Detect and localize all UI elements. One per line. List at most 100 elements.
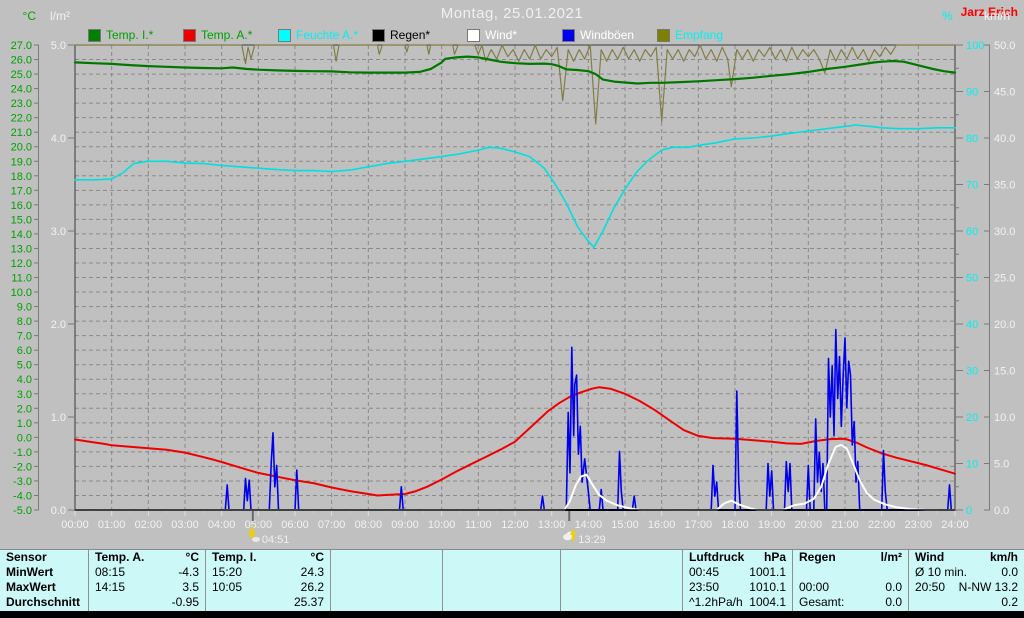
- axis-tick-label: 16.0: [11, 200, 32, 212]
- axis-tick-label: 80: [966, 133, 978, 145]
- bottom-bar: [0, 611, 1024, 618]
- table-row: [443, 565, 560, 580]
- axis-tick-label: -4.0: [13, 490, 32, 502]
- table-group-title: Wind: [915, 550, 945, 564]
- axis-tick-label: 40: [966, 319, 978, 331]
- table-cell-value: 26.2: [300, 580, 324, 594]
- axis-tick-label: 30: [966, 366, 978, 378]
- table-row-label: Sensor: [0, 550, 88, 565]
- table-cell-time: 20:50: [915, 580, 946, 594]
- table-cell-value: 0.0: [1001, 565, 1018, 579]
- axis-tick-label: 20.0: [11, 142, 32, 154]
- table-group-header: [561, 550, 682, 565]
- table-row: [331, 580, 442, 595]
- table-cell-time: 15:20: [212, 565, 243, 579]
- axis-tick-label: 0: [966, 505, 972, 517]
- table-row: 25.37: [206, 595, 330, 610]
- axis-tick-label: 17.0: [11, 185, 32, 197]
- axis-tick-label: 20.0: [994, 319, 1015, 331]
- axis-tick-label: 13:00: [538, 519, 566, 531]
- axis-tick-label: 14.0: [11, 229, 32, 241]
- axis-tick-label: 90: [966, 87, 978, 99]
- axis-tick-label: 4.0: [17, 374, 32, 386]
- axis-tick-label: 03:00: [171, 519, 199, 531]
- axis-tick-label: 22:00: [868, 519, 896, 531]
- axis-tick-label: 15.0: [11, 214, 32, 226]
- table-row-label: Durchschnitt: [0, 595, 88, 610]
- axis-tick-label: 0.0: [51, 505, 66, 517]
- table-row: [331, 565, 442, 580]
- axis-tick-label: 3.0: [51, 226, 66, 238]
- axis-tick-label: 14:00: [575, 519, 603, 531]
- axis-tick-label: 100: [966, 40, 984, 52]
- table-cell-value: 1004.1: [749, 595, 786, 609]
- axis-tick-label: 25.0: [11, 69, 32, 81]
- marker-time-label: 13:29: [578, 534, 606, 546]
- summary-table: Sensor MinWert MaxWert Durchschnitt Temp. A.…: [0, 549, 1024, 612]
- table-row: ^1.2hPa/h 1004.1: [683, 595, 792, 610]
- axis-tick-label: 3.0: [17, 389, 32, 401]
- weather-chart-svg: -5.0 -4.0 -3.0 -2.0 -1.0 0.0 1.0 2.0 3.0 4.0 5.0 6.…: [11, 40, 1016, 531]
- table-row: 0.2: [909, 595, 1024, 610]
- table-group-temp-i-: Temp. I. °C 15:20 24.3 10:05 26.2 25.37: [205, 550, 330, 612]
- axis-tick-label: 5.0: [17, 360, 32, 372]
- axis-tick-label: 1.0: [51, 412, 66, 424]
- axis-tick-label: 15.0: [994, 366, 1015, 378]
- axis-tick-label: -5.0: [13, 505, 32, 517]
- table-group-luftdruck: Luftdruck hPa 00:45 1001.1 23:50 1010.1 ^1.2hP…: [682, 550, 792, 612]
- table-group-title: Temp. I.: [212, 550, 257, 564]
- table-cell-value: 1010.1: [749, 580, 786, 594]
- axis-tick-label: 70: [966, 180, 978, 192]
- table-row: [561, 580, 682, 595]
- table-group-unit: °C: [185, 550, 199, 564]
- table-row: 15:20 24.3: [206, 565, 330, 580]
- table-row: Gesamt: 0.0: [793, 595, 908, 610]
- table-group-unit: l/m²: [880, 550, 902, 564]
- table-cell-value: 0.0: [885, 595, 902, 609]
- table-group-header: [443, 550, 560, 565]
- axis-tick-label: -1.0: [13, 447, 32, 459]
- table-group-header: Luftdruck hPa: [683, 550, 792, 565]
- axis-tick-label: 01:00: [98, 519, 126, 531]
- axis-tick-label: 8.0: [17, 316, 32, 328]
- table-group-header: Temp. A. °C: [89, 550, 205, 565]
- axis-tick-label: 16:00: [648, 519, 676, 531]
- axis-tick-label: -3.0: [13, 476, 32, 488]
- table-group-title: Regen: [799, 550, 836, 564]
- table-row: 20:50 N-NW 13.2: [909, 580, 1024, 595]
- axis-tick-label: 21.0: [11, 127, 32, 139]
- axis-tick-label: 60: [966, 226, 978, 238]
- table-group-header: [331, 550, 442, 565]
- table-cell-time: 23:50: [689, 580, 720, 594]
- axis-tick-label: 1.0: [17, 418, 32, 430]
- table-group-wind: Wind km/h Ø 10 min. 0.0 20:50 N-NW 13.2 0.2: [908, 550, 1024, 612]
- event-marker-0451: 04:51: [247, 527, 289, 547]
- axis-tick-label: 25.0: [994, 273, 1015, 285]
- table-row-label: MaxWert: [0, 580, 88, 595]
- axis-tick-label: 11:00: [465, 519, 492, 531]
- table-group-header: Regen l/m²: [793, 550, 908, 565]
- axis-tick-label: 09:00: [391, 519, 419, 531]
- axis-tick-label: 17:00: [685, 519, 713, 531]
- axis-tick-label: 23.0: [11, 98, 32, 110]
- table-group-header: Temp. I. °C: [206, 550, 330, 565]
- table-cell-time: 00:45: [689, 565, 720, 579]
- table-row: 14:15 3.5: [89, 580, 205, 595]
- axis-tick-label: 10: [966, 459, 978, 471]
- axis-tick-label: 11.0: [11, 273, 32, 285]
- axis-tick-label: 21:00: [831, 519, 859, 531]
- axis-tick-label: 02:00: [135, 519, 163, 531]
- axis-tick-label: 2.0: [17, 403, 32, 415]
- axis-tick-label: 20: [966, 412, 978, 424]
- table-row: [561, 595, 682, 610]
- axis-tick-label: 9.0: [17, 302, 32, 314]
- axis-tick-label: 12.0: [11, 258, 32, 270]
- table-row-label: MinWert: [0, 565, 88, 580]
- table-group-empty-2: [330, 550, 442, 612]
- axis-tick-label: 7.0: [17, 331, 32, 343]
- table-cell-time: Gesamt:: [799, 595, 845, 609]
- table-cell-time: Ø 10 min.: [915, 565, 968, 579]
- axis-tick-label: 04:00: [208, 519, 236, 531]
- table-group-regen: Regen l/m² 00:00 0.0 Gesamt: 0.0: [792, 550, 908, 612]
- axis-tick-label: 50.0: [994, 40, 1015, 52]
